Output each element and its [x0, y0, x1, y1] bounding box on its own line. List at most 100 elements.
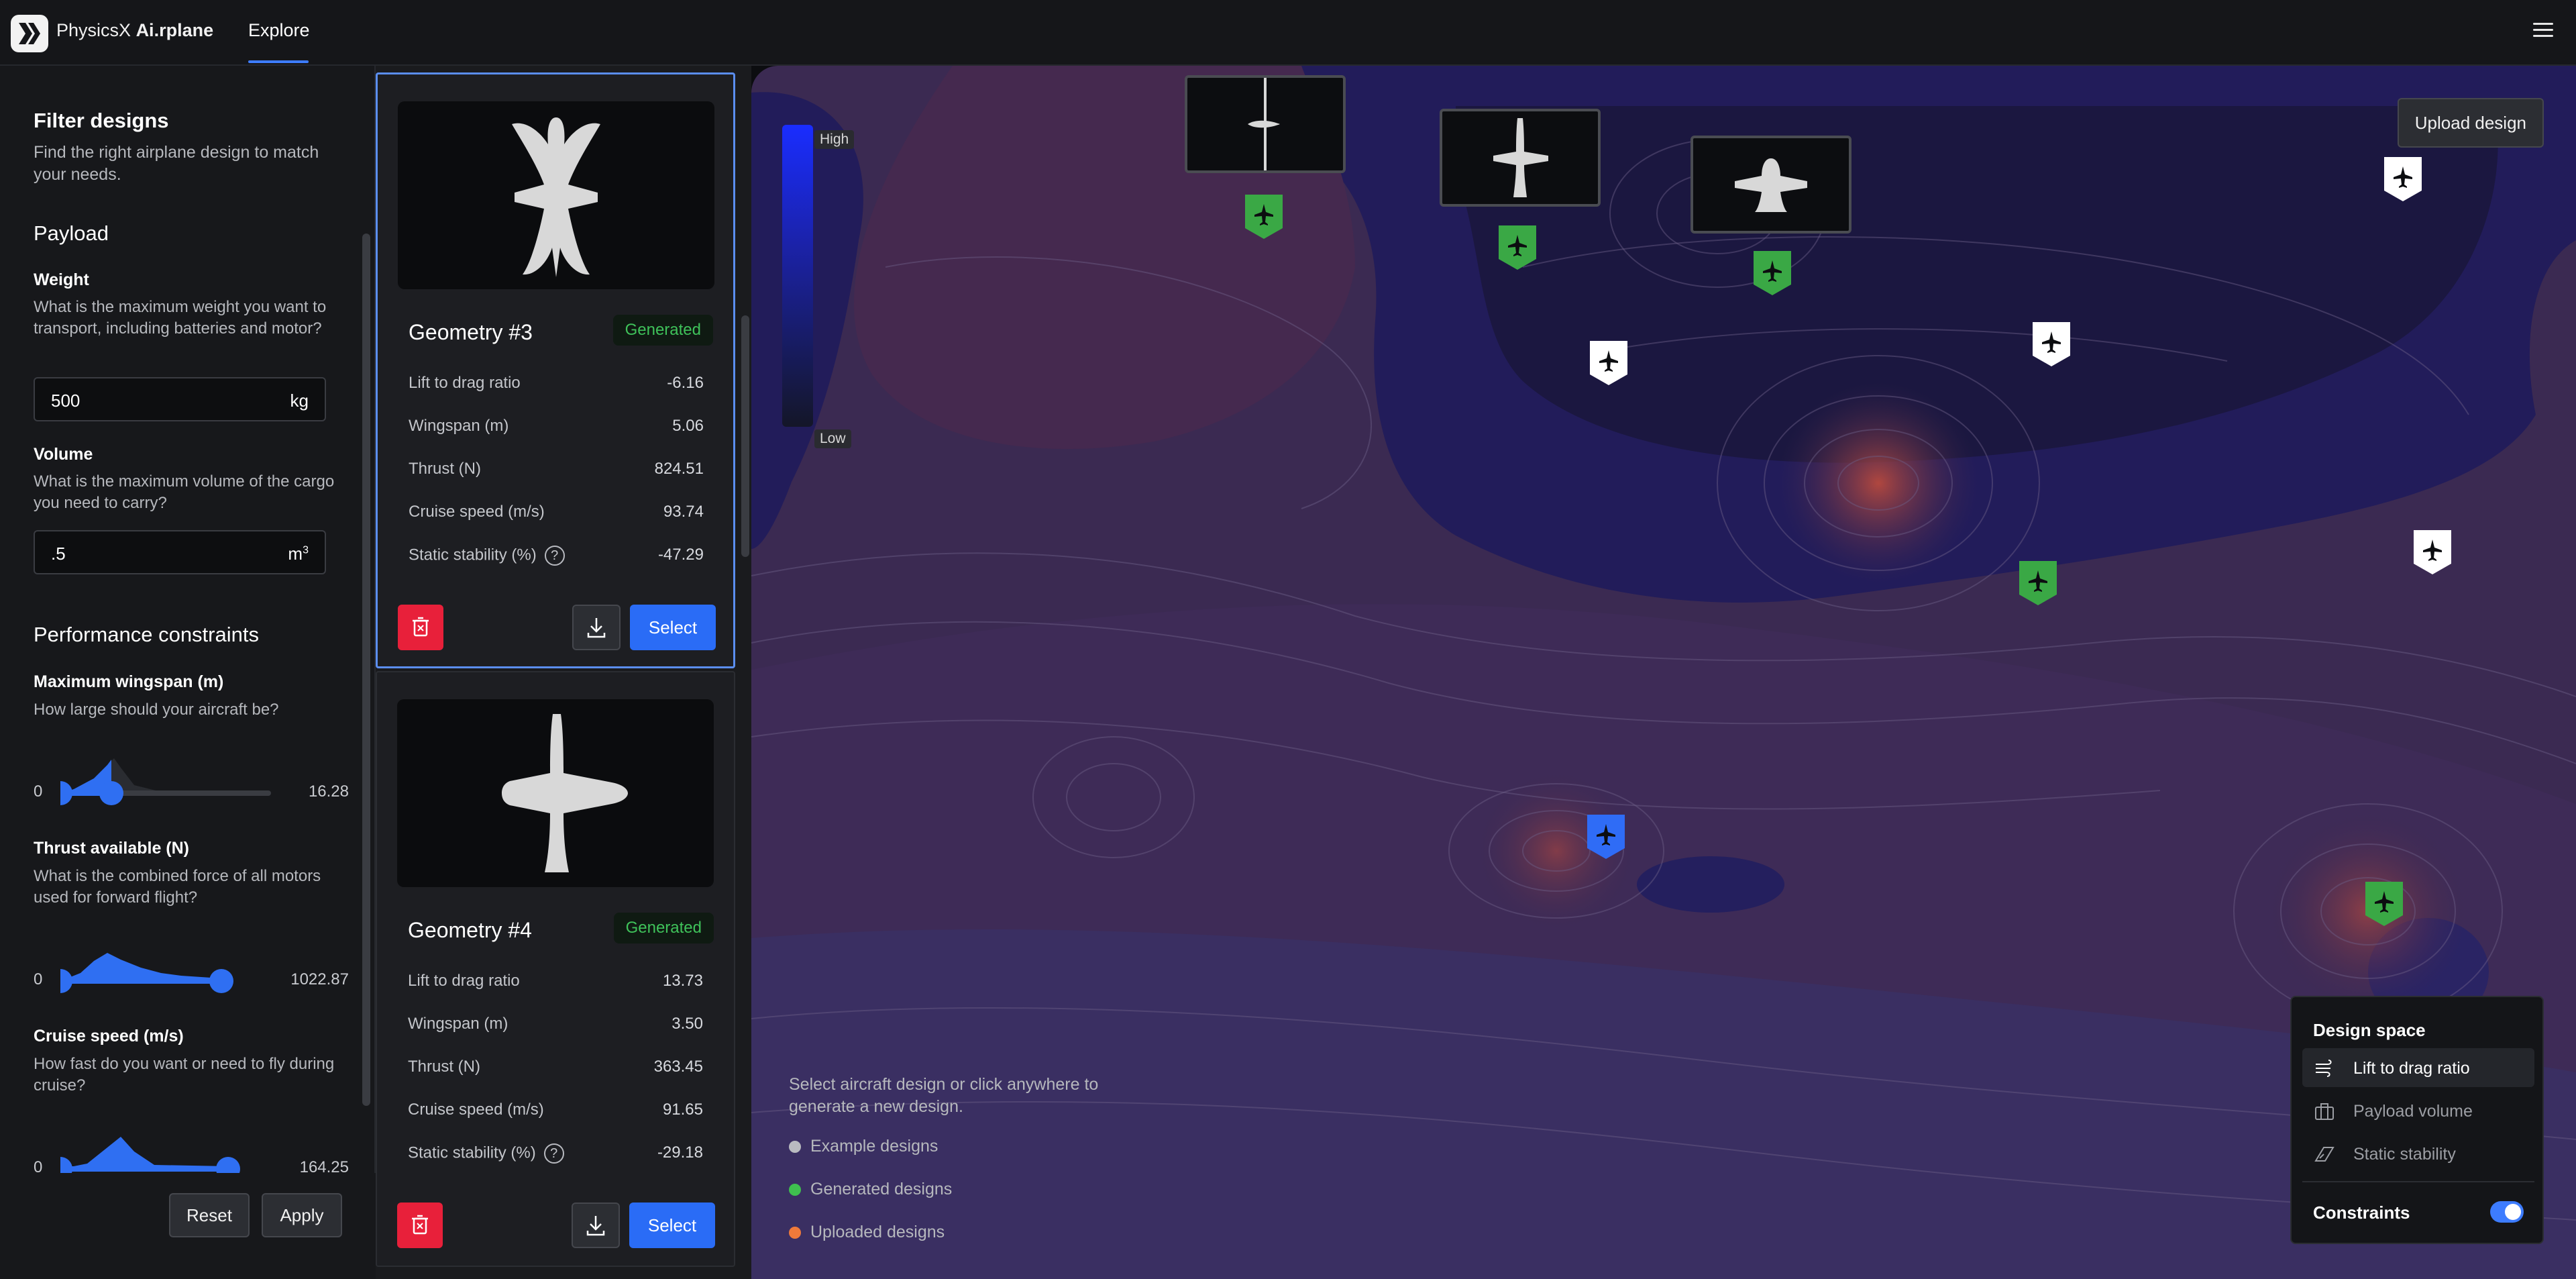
wingspan-slider[interactable]: 0 16.28	[34, 745, 349, 805]
wingspan-max-handle	[99, 781, 123, 805]
aircraft-thumbnail-icon	[1248, 78, 1280, 170]
cruise-help: How fast do you want or need to fly duri…	[34, 1055, 335, 1094]
metric-cruise-speed: Cruise speed (m/s) 91.65	[408, 1101, 703, 1119]
example-design-pin-icon[interactable]	[1590, 341, 1627, 385]
filter-panel: Filter designs Find the right airplane d…	[0, 66, 376, 1279]
generated-design-pin-icon[interactable]	[2365, 882, 2403, 926]
generated-design-pin-icon[interactable]	[1754, 251, 1791, 295]
thrust-label: Thrust available (N)	[34, 839, 189, 858]
design-title: Geometry #4	[408, 918, 532, 942]
metric-cruise-speed: Cruise speed (m/s) 93.74	[409, 503, 704, 521]
trash-icon	[412, 1215, 428, 1235]
cruise-max-handle	[216, 1157, 240, 1173]
cruise-min-handle	[60, 1157, 72, 1173]
design-card[interactable]: Geometry #3 Generated Lift to drag ratio…	[376, 72, 735, 668]
generated-design-pin-icon[interactable]	[2019, 561, 2057, 605]
briefcase-icon	[2315, 1103, 2334, 1120]
design-space-payload-volume[interactable]: Payload volume	[2302, 1091, 2534, 1130]
weight-label: Weight	[34, 270, 89, 289]
aircraft-thumbnail-icon	[1493, 118, 1548, 197]
thrust-max: 1022.87	[290, 970, 349, 988]
physicsx-logo[interactable]	[11, 15, 48, 52]
legend-generated-designs: Generated designs	[789, 1180, 952, 1199]
legend-example-designs: Example designs	[789, 1137, 938, 1156]
payload-section-title: Payload	[34, 221, 109, 245]
design-thumbnail[interactable]	[1440, 109, 1601, 207]
reset-button[interactable]: Reset	[169, 1193, 250, 1237]
design-space-title: Design space	[2313, 1020, 2426, 1040]
brand-prefix: PhysicsX	[56, 20, 131, 40]
constraints-label: Constraints	[2313, 1203, 2410, 1223]
volume-help: What is the maximum volume of the cargo …	[34, 472, 335, 512]
example-design-pin-icon[interactable]	[2384, 157, 2422, 201]
brand-name: Ai.rplane	[136, 20, 214, 40]
map-hint-text: Select aircraft design or click anywhere…	[789, 1075, 1099, 1116]
wingspan-min: 0	[34, 782, 43, 801]
color-scale-bar	[782, 125, 813, 427]
metric-wingspan: Wingspan (m) 3.50	[408, 1015, 703, 1033]
legend-dot-icon	[789, 1184, 801, 1196]
design-thumbnail[interactable]	[1185, 75, 1346, 173]
scale-high-label: High	[814, 130, 855, 149]
download-button[interactable]	[572, 605, 621, 650]
designs-list[interactable]: Geometry #3 Generated Lift to drag ratio…	[376, 66, 751, 1279]
weight-help: What is the maximum weight you want to t…	[34, 298, 327, 338]
select-button[interactable]: Select	[629, 1203, 715, 1248]
volume-unit: m3	[288, 544, 309, 564]
design-preview-image	[398, 101, 714, 289]
download-icon	[587, 618, 606, 638]
selected-design-pin-icon[interactable]	[1587, 815, 1625, 859]
design-thumbnail[interactable]	[1690, 136, 1851, 234]
example-design-pin-icon[interactable]	[2033, 322, 2070, 366]
weight-input[interactable]: 500 kg	[34, 377, 326, 421]
delete-button[interactable]	[397, 1203, 443, 1248]
design-space-static-stability[interactable]: Static stability	[2302, 1134, 2534, 1173]
legend-dot-icon	[789, 1141, 801, 1153]
metric-static-stability: Static stability (%)? -29.18	[408, 1143, 703, 1170]
filter-scrollbar[interactable]	[362, 234, 370, 1106]
volume-input[interactable]: .5 m3	[34, 530, 326, 574]
metric-thrust: Thrust (N) 824.51	[409, 460, 704, 478]
delete-button[interactable]	[398, 605, 443, 650]
design-space-map[interactable]: High Low Upload design Select aircraft d…	[751, 66, 2576, 1279]
cards-scrollbar[interactable]	[741, 315, 749, 557]
weight-value: 500	[51, 391, 80, 411]
example-design-pin-icon[interactable]	[2414, 530, 2451, 574]
filter-scroll-area[interactable]: Filter designs Find the right airplane d…	[0, 66, 376, 1173]
metric-lift-to-drag: Lift to drag ratio 13.73	[408, 972, 703, 990]
generated-badge: Generated	[613, 913, 714, 943]
help-icon[interactable]: ?	[544, 546, 565, 566]
legend-uploaded-designs: Uploaded designs	[789, 1223, 945, 1242]
select-button[interactable]: Select	[630, 605, 716, 650]
wingspan-help: How large should your aircraft be?	[34, 701, 279, 719]
menu-icon[interactable]	[2533, 23, 2553, 39]
apply-button[interactable]: Apply	[262, 1193, 342, 1237]
metric-wingspan: Wingspan (m) 5.06	[409, 417, 704, 435]
metric-static-stability: Static stability (%)? -47.29	[409, 546, 704, 572]
download-button[interactable]	[572, 1203, 620, 1248]
cruise-histogram	[60, 1137, 240, 1173]
download-icon	[586, 1216, 605, 1236]
metric-lift-to-drag: Lift to drag ratio -6.16	[409, 374, 704, 392]
stability-icon	[2314, 1147, 2334, 1162]
thrust-min: 0	[34, 970, 43, 988]
thrust-slider[interactable]: 0 1022.87	[34, 933, 349, 993]
wind-icon	[2316, 1060, 2332, 1077]
generated-design-pin-icon[interactable]	[1245, 195, 1283, 239]
tab-explore[interactable]: Explore	[248, 20, 310, 41]
top-bar: PhysicsX Ai.rplane Explore	[0, 0, 2576, 66]
design-card[interactable]: Geometry #4 Generated Lift to drag ratio…	[376, 671, 735, 1267]
weight-unit: kg	[290, 391, 309, 411]
design-space-lift-to-drag[interactable]: Lift to drag ratio	[2302, 1048, 2534, 1087]
design-title: Geometry #3	[409, 320, 533, 344]
filter-title: Filter designs	[34, 109, 169, 132]
logo-mark-icon	[19, 23, 40, 44]
volume-value: .5	[51, 544, 66, 564]
help-icon[interactable]: ?	[543, 1143, 564, 1164]
thrust-histogram	[60, 953, 233, 993]
generated-design-pin-icon[interactable]	[1499, 225, 1536, 270]
scale-low-label: Low	[814, 429, 851, 448]
constraints-toggle[interactable]	[2490, 1201, 2524, 1223]
cruise-slider[interactable]: 0 164.25	[34, 1121, 349, 1173]
upload-design-button[interactable]: Upload design	[2397, 98, 2544, 148]
